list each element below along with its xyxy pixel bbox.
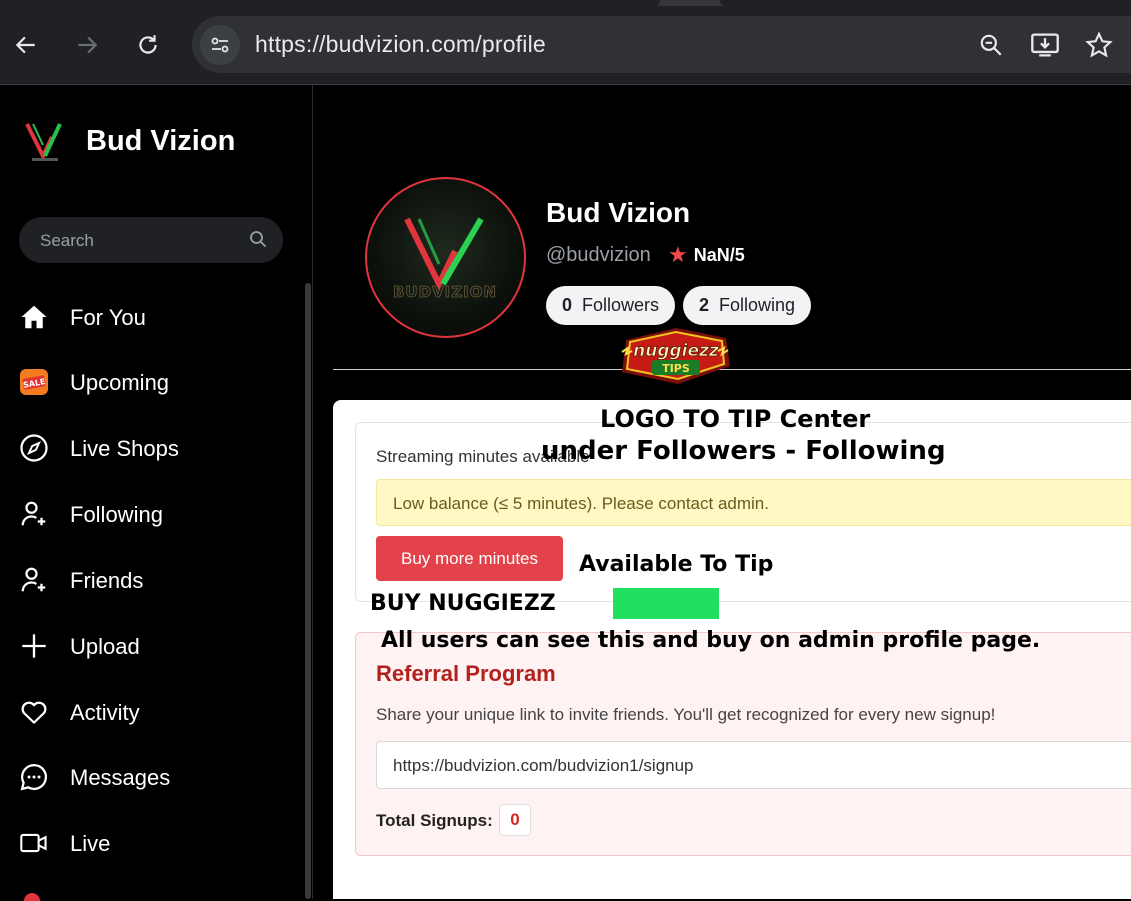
brand-name: Bud Vizion <box>86 125 236 157</box>
badge-subtitle: TIPS <box>662 362 690 375</box>
avatar[interactable]: BUDVIZION <box>365 177 526 338</box>
forward-arrow-icon[interactable] <box>70 28 104 62</box>
svg-text:BUDVIZION: BUDVIZION <box>393 283 497 301</box>
referral-title: Referral Program <box>376 661 556 686</box>
annotation-all-users: All users can see this and buy on admin … <box>381 628 1041 653</box>
tip-balance-box <box>613 588 719 619</box>
sidebar-item-label: Upcoming <box>70 370 170 395</box>
search-input[interactable]: Search <box>19 217 283 263</box>
sidebar-item-for-you[interactable]: For You <box>18 297 146 337</box>
rating: ★ NaN/5 <box>668 244 745 266</box>
sidebar-item-label: Messages <box>70 765 171 790</box>
referral-link-field[interactable]: https://budvizion.com/budvizion1/signup <box>376 741 1131 789</box>
plus-icon <box>18 630 50 662</box>
sidebar-item-live[interactable]: Live <box>18 823 110 863</box>
sidebar-item-label: Upload <box>70 634 140 659</box>
user-plus-icon <box>18 564 50 596</box>
referral-link[interactable]: https://budvizion.com/budvizion1/signup <box>393 756 694 776</box>
brand-logo[interactable] <box>22 118 68 164</box>
sidebar-item-label: Live <box>70 831 111 856</box>
sidebar-item-activity[interactable]: Activity <box>18 692 140 732</box>
sidebar-item-label: Friends <box>70 568 144 593</box>
sidebar-item-label: Following <box>70 502 163 527</box>
following-count: 2 <box>699 295 710 315</box>
sidebar-item-friends[interactable]: Friends <box>18 560 143 600</box>
search-icon[interactable] <box>249 230 267 248</box>
badge-title: nuggiezz <box>633 341 719 361</box>
search-placeholder: Search <box>40 231 94 250</box>
zoom-icon[interactable] <box>976 30 1006 60</box>
sidebar-item-label: Activity <box>70 700 140 725</box>
sidebar-item-upcoming[interactable]: SALE Upcoming <box>18 362 169 402</box>
following-label: Following <box>719 295 796 315</box>
install-app-icon[interactable] <box>1030 30 1060 60</box>
following-button[interactable]: 2 Following <box>683 286 812 325</box>
url-text[interactable]: https://budvizion.com/profile <box>255 31 546 58</box>
followers-button[interactable]: 0 Followers <box>546 286 676 325</box>
annotation-logo-to-tip: LOGO TO TIP Center <box>600 405 871 433</box>
video-camera-icon <box>18 827 50 859</box>
referral-card: Referral Program Share your unique link … <box>355 632 1131 856</box>
sidebar-item-messages[interactable]: Messages <box>18 757 170 797</box>
referral-description: Share your unique link to invite friends… <box>376 705 996 724</box>
profile-name: Bud Vizion <box>546 197 691 228</box>
rating-value: NaN/5 <box>693 244 745 265</box>
signups-label: Total Signups: <box>376 811 493 830</box>
address-bar[interactable]: https://budvizion.com/profile <box>192 16 1131 73</box>
brand[interactable]: Bud Vizion <box>22 118 235 164</box>
annotation-under-followers: under Followers - Following <box>541 436 946 466</box>
signups-count: 0 <box>499 804 531 836</box>
sidebar: Bud Vizion Search For You SALE Upcoming … <box>0 85 312 901</box>
sale-icon: SALE <box>18 366 50 398</box>
sidebar-item-live-shops[interactable]: Live Shops <box>18 428 179 468</box>
partial-nav-icon <box>24 893 40 901</box>
low-balance-alert: Low balance (≤ 5 minutes). Please contac… <box>376 479 1131 526</box>
star-icon: ★ <box>668 242 688 267</box>
annotation-buy-nuggiezz: BUY NUGGIEZZ <box>370 591 556 616</box>
alert-text: Low balance (≤ 5 minutes). Please contac… <box>393 494 769 513</box>
home-icon <box>18 301 50 333</box>
tab-strip <box>0 0 1131 6</box>
sidebar-scrollbar[interactable] <box>305 283 311 899</box>
profile-handle: @budvizion <box>546 244 651 266</box>
heart-icon <box>18 696 50 728</box>
sidebar-item-following[interactable]: Following <box>18 494 163 534</box>
back-arrow-icon[interactable] <box>9 28 43 62</box>
bookmark-star-icon[interactable] <box>1084 30 1114 60</box>
sidebar-item-label: Live Shops <box>70 436 179 461</box>
annotation-available-to-tip: Available To Tip <box>579 552 774 577</box>
chat-bubble-icon <box>18 761 50 793</box>
nuggiezz-tips-logo[interactable]: nuggiezz TIPS <box>616 326 734 390</box>
reload-icon[interactable] <box>131 28 165 62</box>
user-plus-icon <box>18 498 50 530</box>
followers-count: 0 <box>562 295 573 315</box>
compass-icon <box>18 432 50 464</box>
site-settings-icon[interactable] <box>200 25 240 65</box>
sidebar-item-label: For You <box>70 305 146 330</box>
browser-toolbar: https://budvizion.com/profile <box>0 0 1131 85</box>
buy-minutes-button[interactable]: Buy more minutes <box>376 536 563 581</box>
sidebar-item-upload[interactable]: Upload <box>18 626 140 666</box>
followers-label: Followers <box>582 295 660 315</box>
